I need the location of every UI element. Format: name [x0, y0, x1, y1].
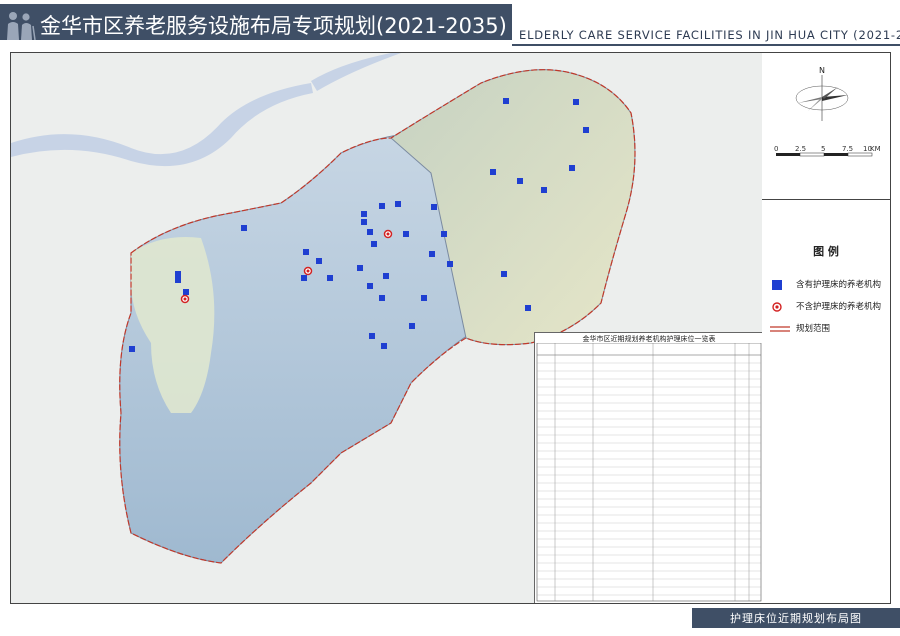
- map-frame[interactable]: 金华市区近期规划养老机构护理床位一览表: [10, 52, 764, 604]
- institution-marker[interactable]: [379, 295, 385, 301]
- red-circle-icon: [772, 302, 782, 312]
- institution-marker[interactable]: [183, 289, 189, 295]
- institution-marker[interactable]: [525, 305, 531, 311]
- institution-marker[interactable]: [303, 249, 309, 255]
- footer-bar: 护理床位近期规划布局图: [692, 608, 900, 628]
- bed-statistics-table: 金华市区近期规划养老机构护理床位一览表: [534, 332, 763, 603]
- legend-item-blue: 含有护理床的养老机构: [770, 277, 890, 293]
- boundary-line-icon: [770, 326, 790, 332]
- scale-tick-0: 0: [774, 145, 779, 153]
- header-title-band: 金华市区养老服务设施布局专项规划(2021-2035): [0, 4, 512, 40]
- institution-marker[interactable]: [327, 275, 333, 281]
- institution-marker[interactable]: [371, 241, 377, 247]
- institution-marker[interactable]: [361, 211, 367, 217]
- legend-label: 规划范围: [796, 324, 831, 334]
- institution-marker[interactable]: [357, 265, 363, 271]
- institution-marker[interactable]: [369, 333, 375, 339]
- institution-marker[interactable]: [517, 178, 523, 184]
- institution-marker-red-dot: [386, 232, 390, 236]
- header: 金华市区养老服务设施布局专项规划(2021-2035) ELDERLY CARE…: [0, 0, 900, 46]
- legend-label: 不含护理床的养老机构: [796, 302, 882, 312]
- institution-marker[interactable]: [501, 271, 507, 277]
- institution-marker[interactable]: [129, 346, 135, 352]
- header-rule: [512, 44, 900, 46]
- elderly-couple-icon: [7, 12, 36, 40]
- compass-rose-icon: N: [795, 66, 849, 121]
- legend-panel: N 0 2.5 5 7.5 10 KM 图 例 含有护理床的养老机构 不含护理床…: [762, 52, 891, 604]
- page-title: 金华市区养老服务设施布局专项规划(2021-2035): [40, 14, 507, 38]
- blue-square-icon: [772, 280, 782, 290]
- institution-marker[interactable]: [381, 343, 387, 349]
- institution-marker[interactable]: [395, 201, 401, 207]
- institution-marker[interactable]: [367, 283, 373, 289]
- legend-divider: [762, 199, 890, 200]
- institution-marker[interactable]: [421, 295, 427, 301]
- scale-tick-3: 7.5: [842, 145, 854, 153]
- legend-item-boundary: 规划范围: [770, 321, 890, 337]
- institution-marker[interactable]: [409, 323, 415, 329]
- institution-marker[interactable]: [429, 251, 435, 257]
- institution-marker[interactable]: [241, 225, 247, 231]
- institution-marker-red-dot: [183, 297, 187, 301]
- footer-title: 护理床位近期规划布局图: [730, 612, 862, 625]
- institution-marker[interactable]: [583, 127, 589, 133]
- institution-marker[interactable]: [569, 165, 575, 171]
- scale-tick-1: 2.5: [795, 145, 807, 153]
- institution-marker[interactable]: [447, 261, 453, 267]
- institution-marker[interactable]: [383, 273, 389, 279]
- institution-marker[interactable]: [316, 258, 322, 264]
- legend-item-red: 不含护理床的养老机构: [770, 299, 890, 315]
- north-label: N: [819, 66, 825, 75]
- table-grid: [536, 343, 762, 602]
- institution-marker[interactable]: [573, 99, 579, 105]
- institution-marker[interactable]: [441, 231, 447, 237]
- institution-marker[interactable]: [431, 204, 437, 210]
- legend-label: 含有护理床的养老机构: [796, 280, 882, 290]
- scale-unit: KM: [870, 145, 881, 153]
- institution-marker-red-dot: [306, 269, 310, 273]
- legend-title: 图 例: [813, 245, 839, 258]
- institution-marker[interactable]: [175, 271, 181, 283]
- institution-marker[interactable]: [403, 231, 409, 237]
- institution-marker[interactable]: [541, 187, 547, 193]
- institution-marker[interactable]: [367, 229, 373, 235]
- scale-tick-2: 5: [821, 145, 826, 153]
- institution-marker[interactable]: [379, 203, 385, 209]
- institution-marker[interactable]: [490, 169, 496, 175]
- institution-marker[interactable]: [503, 98, 509, 104]
- institution-marker[interactable]: [301, 275, 307, 281]
- page-subtitle: ELDERLY CARE SERVICE FACILITIES IN JIN H…: [519, 28, 900, 42]
- institution-marker[interactable]: [361, 219, 367, 225]
